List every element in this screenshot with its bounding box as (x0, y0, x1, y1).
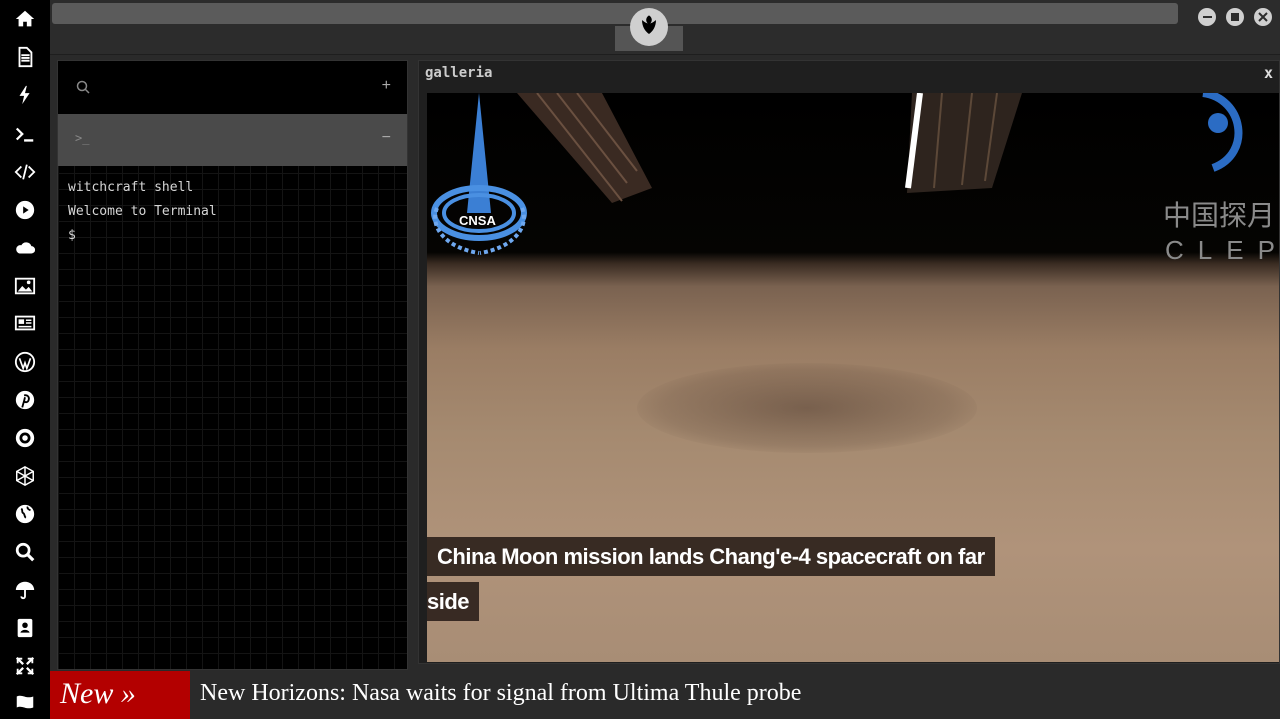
pinterest-icon[interactable] (11, 386, 39, 414)
wordpress-icon[interactable] (11, 348, 39, 376)
search-icon (76, 80, 90, 94)
add-tab-button[interactable]: + (382, 77, 391, 95)
rebel-alliance-logo-icon[interactable] (630, 8, 668, 46)
prompt-icon: >_ (75, 131, 90, 145)
minimize-button[interactable] (1198, 8, 1216, 26)
ticker-headline[interactable]: New Horizons: Nasa waits for signal from… (200, 671, 801, 719)
caption-line-1: China Moon mission lands Chang'e-4 space… (427, 537, 995, 576)
jedi-icon[interactable] (11, 462, 39, 490)
terminal-line: Welcome to Terminal (68, 204, 217, 219)
gallery-image[interactable]: CNSA 中国探月 CLEP China Moon mission lands … (427, 93, 1279, 662)
news-ticker: New » New Horizons: Nasa waits for signa… (50, 671, 1280, 719)
clep-text: CLEP (1165, 235, 1279, 265)
solar-panel-right (905, 93, 1022, 193)
image-icon[interactable] (11, 272, 39, 300)
document-icon[interactable] (11, 43, 39, 71)
terminal-prompt[interactable]: $ (68, 228, 76, 243)
clep-logo-icon: 中国探月 CLEP (1163, 93, 1279, 265)
solar-panel-left (517, 93, 652, 203)
expand-icon[interactable] (11, 652, 39, 680)
maximize-button[interactable] (1226, 8, 1244, 26)
clep-chinese-text: 中国探月 (1163, 199, 1275, 232)
bolt-icon[interactable] (11, 81, 39, 109)
icon-rail (0, 0, 50, 719)
terminal-search-bar[interactable]: + (58, 61, 407, 114)
flag-icon[interactable] (11, 688, 39, 716)
window-close-button[interactable]: x (1264, 64, 1273, 82)
newspaper-icon[interactable] (11, 309, 39, 337)
galleria-window: galleria x CNSA 中国探月 CLEP China Moon mis… (418, 60, 1280, 664)
caption-line-2: side (427, 582, 480, 621)
home-icon[interactable] (11, 5, 39, 33)
close-button[interactable] (1254, 8, 1272, 26)
ticker-label: New » (50, 671, 190, 719)
address-bar[interactable] (52, 3, 1178, 24)
galactic-empire-icon[interactable] (11, 424, 39, 452)
collapse-tab-button[interactable]: − (382, 129, 391, 147)
terminal-line: witchcraft shell (68, 180, 194, 195)
crater (637, 363, 977, 453)
cloud-icon[interactable] (11, 234, 39, 262)
play-icon[interactable] (11, 196, 39, 224)
globe-icon[interactable] (11, 500, 39, 528)
umbrella-icon[interactable] (11, 576, 39, 604)
terminal-icon[interactable] (11, 120, 39, 148)
code-icon[interactable] (11, 158, 39, 186)
window-title: galleria (425, 65, 493, 81)
terminal-tab[interactable]: >_ − (58, 114, 407, 166)
cnsa-text: CNSA (459, 213, 496, 228)
search-icon[interactable] (11, 538, 39, 566)
top-bar (50, 0, 1280, 55)
terminal-panel: + >_ − witchcraft shell Welcome to Termi… (57, 60, 408, 670)
address-book-icon[interactable] (11, 614, 39, 642)
